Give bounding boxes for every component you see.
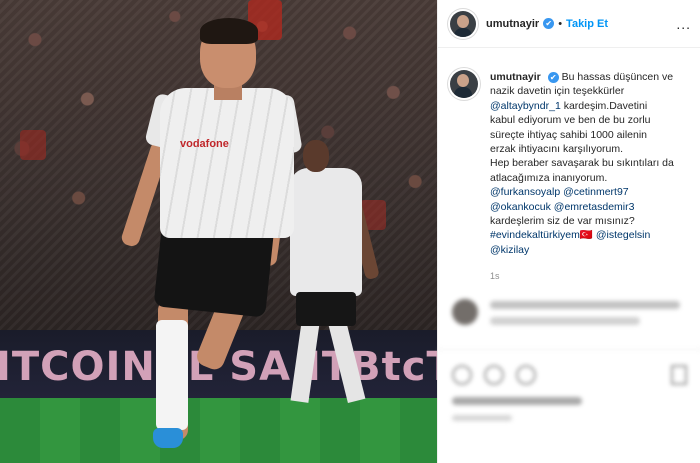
verified-badge-icon: ✔ bbox=[543, 18, 555, 29]
caption-line: atlacağımıza inanıyorum. bbox=[490, 171, 608, 184]
action-icons bbox=[452, 365, 536, 385]
caption-line: kardeşlerim siz de var mısınız? bbox=[490, 215, 635, 228]
shirt-sponsor-text: vodafone bbox=[180, 138, 229, 150]
mention-link[interactable]: @emretasdemir3 bbox=[554, 201, 635, 213]
caption-line: erzak ihtiyacını karşılıyorum. bbox=[490, 143, 624, 156]
caption-avatar[interactable] bbox=[450, 70, 478, 98]
hashtag-link[interactable]: #evindekaltürkiyem bbox=[490, 229, 580, 241]
mention-link[interactable]: @okankocuk bbox=[490, 201, 551, 213]
caption-line: süreçte ihtiyaç sahibi 1000 ailenin bbox=[490, 128, 648, 141]
caption-line: kabul ediyorum ve ben de bu zorlu bbox=[490, 114, 651, 127]
save-icon[interactable] bbox=[671, 365, 687, 385]
mention-link[interactable]: @istegelsin bbox=[596, 229, 650, 241]
blurred-comments-area bbox=[438, 285, 700, 463]
pitch bbox=[0, 398, 437, 463]
commenter-avatar bbox=[452, 299, 478, 325]
like-icon[interactable] bbox=[452, 365, 472, 385]
caption-time: 1s bbox=[490, 271, 500, 282]
blurred-likes-line bbox=[452, 397, 582, 405]
mention-link[interactable]: @furkansoyalp bbox=[490, 186, 560, 198]
caption-author-link[interactable]: umutnayir bbox=[490, 71, 541, 83]
caption-line: Hep beraber savaşarak bu sıkıntıları da bbox=[490, 157, 674, 170]
post-header: umutnayir ✔ • Takip Et ... bbox=[438, 0, 700, 48]
turkey-flag-icon: 🇹🇷 bbox=[579, 229, 593, 242]
caption-line: nazik davetin için teşekkürler bbox=[490, 85, 625, 98]
divider bbox=[438, 349, 700, 350]
avatar[interactable] bbox=[450, 10, 476, 37]
mention-link[interactable]: @cetinmert97 bbox=[563, 186, 629, 198]
caption: umutnayir ✔ Bu hassas düşüncen ve nazik … bbox=[450, 70, 695, 284]
blurred-comment-line bbox=[490, 301, 680, 309]
caption-line: kardeşim.Davetini bbox=[560, 99, 648, 112]
share-icon[interactable] bbox=[516, 365, 536, 385]
follow-button[interactable]: Takip Et bbox=[566, 18, 608, 30]
instagram-post: ITCOINAL SA ITBtcT vodafone bbox=[0, 0, 700, 463]
mention-link[interactable]: @altaybyndr_1 bbox=[490, 100, 561, 112]
comment-icon[interactable] bbox=[484, 365, 504, 385]
post-photo[interactable]: ITCOINAL SA ITBtcT vodafone bbox=[0, 0, 437, 463]
more-options-icon[interactable]: ... bbox=[676, 16, 691, 32]
verified-badge-icon: ✔ bbox=[547, 72, 559, 83]
caption-text: umutnayir ✔ Bu hassas düşüncen ve nazik … bbox=[490, 70, 695, 284]
username-link[interactable]: umutnayir bbox=[486, 18, 539, 30]
blurred-comment-line bbox=[490, 317, 640, 325]
caption-line: Bu hassas düşüncen ve bbox=[561, 71, 674, 83]
crowd-detail bbox=[20, 130, 46, 160]
post-side-panel: umutnayir ✔ • Takip Et ... umutnayir ✔ B… bbox=[437, 0, 700, 463]
blurred-date-line bbox=[452, 415, 512, 421]
mention-link[interactable]: @kizilay bbox=[490, 244, 529, 256]
separator-dot: • bbox=[558, 17, 563, 30]
